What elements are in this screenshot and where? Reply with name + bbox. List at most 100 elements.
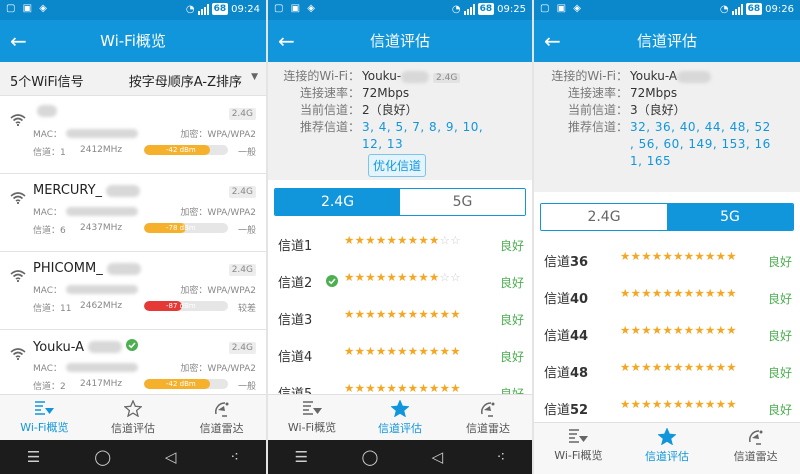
tab-2-4g[interactable]: 2.4G	[541, 204, 667, 230]
star-icon: ★	[620, 249, 631, 263]
tab-channel-eval[interactable]: 信道评估	[623, 423, 712, 474]
star-icon: ★	[375, 270, 387, 284]
star-icon: ★	[683, 360, 695, 374]
star-icon: ★	[620, 323, 631, 337]
star-icon: ★	[673, 397, 684, 411]
star-icon: ★	[641, 360, 652, 374]
wifi-icon	[10, 267, 26, 286]
optimize-channel-button[interactable]: 优化信道	[368, 154, 427, 177]
assist-icon[interactable]: ⁖	[230, 448, 239, 466]
star-icon: ★	[715, 397, 727, 411]
star-icon: ★	[620, 397, 631, 411]
star-icon	[89, 400, 178, 417]
star-icon: ★	[365, 270, 376, 284]
channel-row: 信道44 ★★★★★★★★★★★ 良好	[534, 315, 800, 352]
rating-label: 良好	[499, 239, 524, 253]
tab-wifi-overview[interactable]: Wi-Fi概览	[0, 395, 89, 440]
star-icon: ☆	[439, 233, 451, 247]
rate-label: 连接速率：	[567, 86, 628, 100]
sort-dropdown[interactable]: 按字母顺序A-Z排序	[129, 71, 242, 90]
rating-label: 良好	[767, 403, 792, 417]
encryption: 加密：WPA/WPA2	[180, 286, 256, 296]
tab-5g[interactable]: 5G	[667, 204, 793, 230]
bottom-tab-bar: Wi-Fi概览 信道评估 信道雷达	[0, 394, 266, 440]
wifi-overview-icon	[0, 400, 89, 416]
connection-info-panel: 连接的Wi-Fi： Youku- 2.4G 连接速率： 72Mbps 当前信道：…	[268, 62, 532, 180]
signal-meter: -42 dBm	[144, 145, 228, 155]
star-icon: ★	[386, 270, 398, 284]
star-icon: ★	[365, 344, 376, 358]
system-nav-bar: ☰ ◯ ◁ ⁖	[0, 440, 266, 474]
star-icon: ★	[450, 381, 461, 395]
tab-wifi-overview[interactable]: Wi-Fi概览	[268, 395, 356, 440]
ssid-redacted	[88, 341, 123, 353]
star-icon: ★	[439, 344, 451, 358]
star-icon: ★	[673, 323, 684, 337]
star-icon: ★	[641, 249, 652, 263]
star-icon: ★	[439, 307, 451, 321]
wifi-list-item[interactable]: PHICOMM_ 2.4G MAC： 加密：WPA/WPA2 信道：11 2462MHz -…	[0, 253, 266, 330]
channel-number: 52	[570, 403, 589, 418]
wifi-list-item[interactable]: MERCURY_ 2.4G MAC： 加密：WPA/WPA2 信道：6 2437MHz -7…	[0, 175, 266, 252]
star-icon: ★	[418, 270, 429, 284]
tab-channel-radar[interactable]: 信道雷达	[444, 395, 532, 440]
rating-label: 良好	[499, 350, 524, 364]
star-icon: ★	[683, 397, 695, 411]
back-triangle-icon[interactable]: ◁	[432, 448, 444, 466]
star-icon: ★	[418, 307, 429, 321]
channel-name: 信道1	[278, 239, 313, 254]
menu-icon[interactable]: ☰	[27, 448, 40, 466]
signal-dbm: -87 dBm	[166, 302, 196, 310]
star-icon: ★	[705, 323, 716, 337]
tab-5g[interactable]: 5G	[400, 189, 525, 215]
home-icon[interactable]: ◯	[94, 448, 111, 466]
star-icon: ★	[715, 360, 727, 374]
frequency: 2462MHz	[80, 301, 123, 311]
band-badge: 2.4G	[433, 73, 461, 83]
star-icon: ★	[673, 360, 684, 374]
star-icon: ★	[620, 286, 631, 300]
channel-name: 信道44	[544, 325, 588, 344]
mac-label: MAC：	[33, 208, 63, 218]
bottom-tab-bar: Wi-Fi概览 信道评估 信道雷达	[534, 422, 800, 474]
star-rating: ★★★★★★★★★★★	[620, 323, 737, 337]
system-nav-bar: ☰ ◯ ◁ ⁖	[268, 440, 532, 474]
star-icon	[623, 428, 712, 445]
wifi-status-icon: ◔	[719, 3, 729, 15]
tab-label: Wi-Fi概览	[20, 421, 69, 434]
star-icon: ★	[683, 249, 695, 263]
tab-2-4g[interactable]: 2.4G	[275, 189, 400, 215]
star-icon: ★	[407, 233, 419, 247]
chevron-down-icon[interactable]: ▼	[251, 72, 258, 82]
star-icon: ★	[365, 307, 376, 321]
wifi-list-item[interactable]: 2.4G MAC： 加密：WPA/WPA2 信道：1 2412MHz -42 dBm 一般	[0, 97, 266, 174]
channel-eval-5g-screen: ▢ ▣ ◈ ◔ 68 09:26 ← 信道评估 连接的Wi-Fi： Youku-…	[534, 0, 800, 474]
wifi-overview-icon	[534, 428, 623, 444]
tab-channel-radar[interactable]: 信道雷达	[177, 395, 266, 440]
mac-label: MAC：	[33, 286, 63, 296]
tab-channel-eval[interactable]: 信道评估	[356, 395, 444, 440]
frequency: 2412MHz	[80, 145, 123, 155]
menu-icon[interactable]: ☰	[295, 448, 308, 466]
tab-channel-eval[interactable]: 信道评估	[89, 395, 178, 440]
home-icon[interactable]: ◯	[361, 448, 378, 466]
battery-icon: 68	[211, 3, 229, 15]
star-icon: ★	[651, 323, 663, 337]
tab-channel-radar[interactable]: 信道雷达	[711, 423, 800, 474]
star-rating: ★★★★★★★★★★★	[344, 344, 461, 358]
star-icon: ★	[630, 286, 642, 300]
star-icon: ☆	[450, 233, 461, 247]
channel-prefix: 信道	[544, 292, 571, 307]
star-icon: ★	[386, 344, 398, 358]
rate-value: 72Mbps	[362, 86, 410, 100]
back-triangle-icon[interactable]: ◁	[165, 448, 177, 466]
tab-label: 信道雷达	[733, 450, 778, 463]
assist-icon[interactable]: ⁖	[497, 448, 506, 466]
tab-wifi-overview[interactable]: Wi-Fi概览	[534, 423, 623, 474]
band-badge: 2.4G	[228, 108, 256, 120]
star-icon: ★	[439, 381, 451, 395]
ssid-text: MERCURY_	[33, 183, 103, 198]
star-icon: ★	[715, 286, 727, 300]
mac-address: MAC：	[33, 361, 139, 374]
app-bar: ← 信道评估	[268, 20, 532, 62]
